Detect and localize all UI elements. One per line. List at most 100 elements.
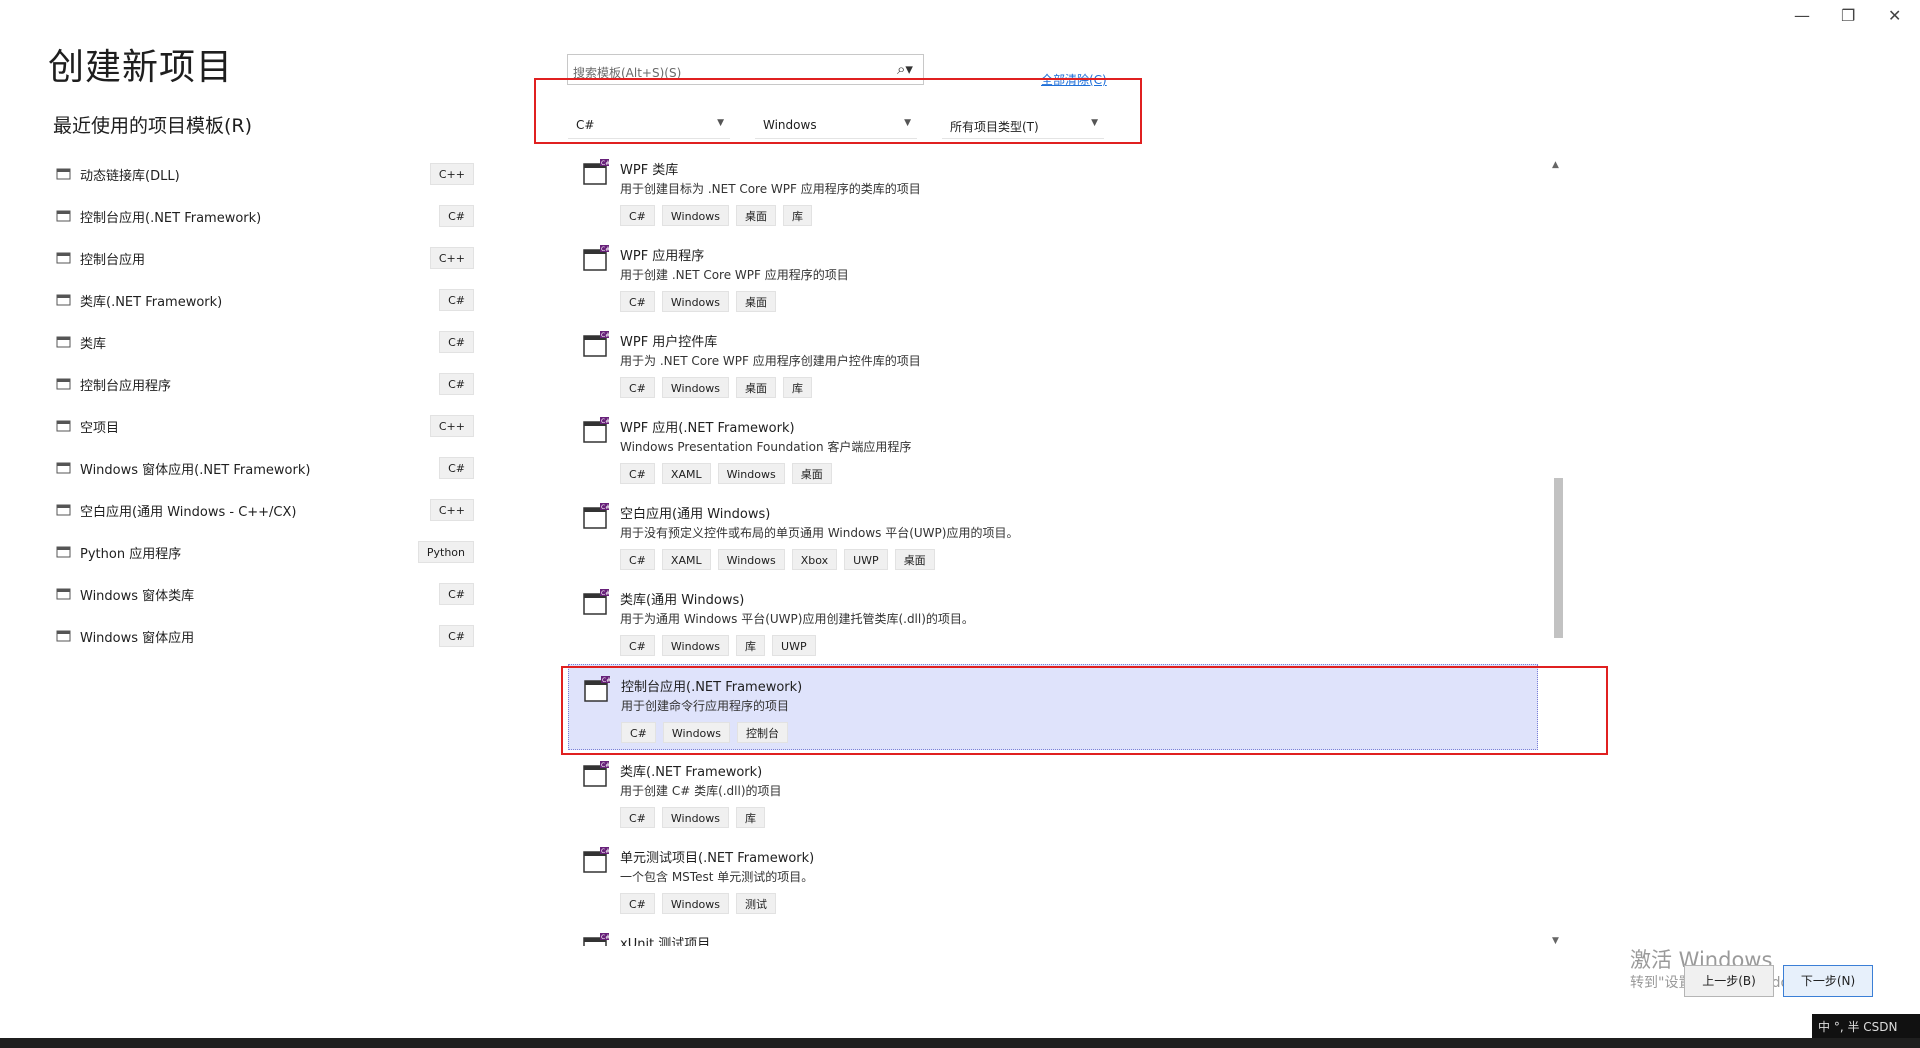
template-item[interactable]: C# WPF 应用程序 用于创建 .NET Core WPF 应用程序的项目 C# Wi… [568,234,1538,320]
recent-template-item[interactable]: 控制台应用(.NET Framework) C# [56,199,476,233]
template-icon: C# [583,417,610,443]
recent-template-item[interactable]: 类库(.NET Framework) C# [56,283,476,317]
recent-template-label: Windows 窗体应用 [80,630,195,646]
template-tag: 库 [736,807,766,828]
next-button[interactable]: 下一步(N) [1783,965,1873,997]
template-tags: C# Windows 库 UWP [620,635,816,656]
recent-template-item[interactable]: 空白应用(通用 Windows - C++/CX) C++ [56,493,476,527]
language-tag: C++ [429,415,474,437]
language-tag: C# [439,373,474,395]
template-tag: Windows [717,549,785,570]
template-item[interactable]: C# 类库(通用 Windows) 用于为通用 Windows 平台(UWP)应用创… [568,578,1538,664]
svg-text:C#: C# [601,590,610,597]
recent-template-item[interactable]: 动态链接库(DLL) C++ [56,157,476,191]
template-icon: C# [583,933,610,946]
search-icon[interactable]: ⌕▾ [897,60,913,78]
scroll-down-icon[interactable]: ▼ [1552,936,1559,946]
recent-template-item[interactable]: 空项目 C++ [56,409,476,443]
template-item[interactable]: C# 空白应用(通用 Windows) 用于没有预定义控件或布局的单页通用 Wind… [568,492,1538,578]
svg-text:C#: C# [601,848,610,855]
recent-template-item[interactable]: Windows 窗体类库 C# [56,577,476,611]
close-button[interactable]: ✕ [1888,6,1901,25]
template-tags: C# Windows 桌面 [620,291,777,312]
recent-template-item[interactable]: 控制台应用 C++ [56,241,476,275]
svg-text:C#: C# [601,332,610,339]
language-tag: C# [439,289,474,311]
template-tag: C# [620,463,655,484]
template-name: 空白应用(通用 Windows) [620,507,771,522]
recent-template-item[interactable]: Windows 窗体应用 C# [56,619,476,653]
template-tag: Windows [661,377,730,398]
recent-template-label: 控制台应用(.NET Framework) [80,210,262,226]
language-tag: C# [439,457,474,479]
recent-template-label: Python 应用程序 [80,546,182,562]
template-description: Windows Presentation Foundation 客户端应用程序 [620,440,912,454]
recent-template-label: 类库 [80,336,107,352]
template-description: 一个包含 MSTest 单元测试的项目。 [620,870,814,884]
template-icon [56,252,71,264]
svg-text:C#: C# [601,934,610,941]
template-tags: C# Windows 测试 [620,893,777,914]
template-icon [56,630,71,642]
template-name: WPF 用户控件库 [620,335,718,350]
template-icon [56,378,71,390]
template-tag: 库 [736,635,766,656]
template-name: WPF 类库 [620,163,679,178]
template-icon [56,462,71,474]
template-icon [56,588,71,600]
scroll-up-icon[interactable]: ▲ [1552,160,1559,170]
svg-text:C#: C# [601,160,610,167]
template-tag: Windows [661,893,730,914]
recent-template-item[interactable]: Windows 窗体应用(.NET Framework) C# [56,451,476,485]
language-tag: C# [439,583,474,605]
scroll-thumb[interactable] [1554,478,1563,638]
template-tag: 桌面 [791,463,832,484]
language-tag: Python [417,541,474,563]
template-icon: C# [583,503,610,529]
template-name: 类库(通用 Windows) [620,593,745,608]
template-icon: C# [583,159,610,185]
language-tag: C++ [429,247,474,269]
template-icon [56,504,71,516]
template-item[interactable]: C# 类库(.NET Framework) 用于创建 C# 类库(.dll)的项目 C… [568,750,1538,836]
template-tags: C# XAML Windows Xbox UWP 桌面 [620,549,935,570]
template-tag: C# [620,377,655,398]
template-icon [56,210,71,222]
recent-template-item[interactable]: 控制台应用程序 C# [56,367,476,401]
template-name: 类库(.NET Framework) [620,765,763,780]
language-tag: C++ [429,163,474,185]
template-description: 用于创建 .NET Core WPF 应用程序的项目 [620,268,849,282]
template-tag: 库 [783,377,813,398]
recent-template-label: 动态链接库(DLL) [80,168,180,184]
template-item[interactable]: C# WPF 用户控件库用于为 .NET Core WPF 应用程序创建用户控件库… [568,320,1538,406]
template-tag: Windows [661,807,730,828]
template-icon [56,168,71,180]
filter-highlight-box [534,78,1142,144]
svg-text:C#: C# [601,504,610,511]
template-description: 用于为通用 Windows 平台(UWP)应用创建托管类库(.dll)的项目。 [620,612,974,626]
template-tag: C# [620,549,655,570]
recent-template-label: 空白应用(通用 Windows - C++/CX) [80,504,297,520]
template-icon [56,546,71,558]
recent-template-label: 空项目 [80,420,120,436]
template-tag: C# [620,807,655,828]
template-name: xUnit 测试项目 [620,937,711,946]
minimize-button[interactable]: — [1794,6,1810,25]
template-item[interactable]: C# WPF 类库 用于创建目标为 .NET Core WPF 应用程序的类库的项目… [568,148,1538,234]
template-item[interactable]: C# xUnit 测试项目 [568,922,1538,946]
recent-template-item[interactable]: 类库 C# [56,325,476,359]
template-item[interactable]: C# WPF 应用(.NET Framework) Windows Presenta… [568,406,1538,492]
template-description: 用于为 .NET Core WPF 应用程序创建用户控件库的项目 [620,354,921,368]
back-button[interactable]: 上一步(B) [1684,965,1774,997]
ime-indicator[interactable]: 中 °, 半 CSDN [1812,1014,1920,1038]
template-name: 单元测试项目(.NET Framework) [620,851,815,866]
template-tag: 测试 [736,893,777,914]
template-tag: 桌面 [736,377,777,398]
template-item[interactable]: C# 单元测试项目(.NET Framework) 一个包含 MSTest 单元测试… [568,836,1538,922]
recent-template-label: 控制台应用程序 [80,378,172,394]
template-description: 用于创建 C# 类库(.dll)的项目 [620,784,782,798]
template-tag: XAML [661,549,711,570]
restore-button[interactable]: ❐ [1841,6,1855,25]
page-title: 创建新项目 [48,47,234,88]
recent-template-item[interactable]: Python 应用程序 Python [56,535,476,569]
